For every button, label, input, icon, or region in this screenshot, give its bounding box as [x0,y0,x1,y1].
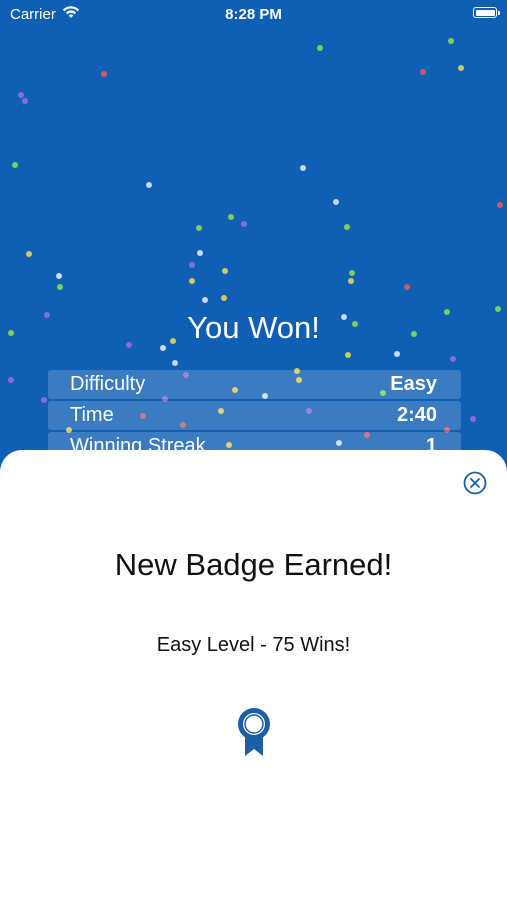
confetti-dot [222,268,228,274]
confetti-dot [300,165,306,171]
badge-sheet: New Badge Earned! Easy Level - 75 Wins! [0,450,507,900]
close-circle-icon[interactable] [463,471,487,495]
badge-subtitle: Easy Level - 75 Wins! [156,634,351,656]
confetti-dot [344,224,350,230]
confetti-dot [404,284,410,290]
confetti-dot [189,278,195,284]
confetti-dot [317,45,323,51]
confetti-dot [470,416,476,422]
confetti-dot [202,297,208,303]
confetti-dot [221,295,227,301]
confetti-dot [333,199,339,205]
confetti-dot [420,69,426,75]
award-ribbon-icon [238,708,270,756]
confetti-dot [101,71,107,77]
stat-value: Easy [390,373,437,395]
stat-label: Time [70,404,114,426]
confetti-dot [348,278,354,284]
confetti-dot [197,250,203,256]
confetti-dot [189,262,195,268]
confetti-dot [458,65,464,71]
status-bar: Carrier 8:28 PM [0,0,507,28]
confetti-dot [57,284,63,290]
stat-value: 2:40 [396,404,437,426]
confetti-dot [448,38,454,44]
confetti-dot [8,377,14,383]
confetti-dot [241,221,247,227]
confetti-dot [349,270,355,276]
confetti-dot [394,351,400,357]
confetti-dot [26,251,32,257]
confetti-dot [18,92,24,98]
confetti-dot [172,360,178,366]
battery-icon [473,7,500,18]
result-title: You Won! [187,310,320,345]
confetti-dot [22,98,28,104]
confetti-dot [56,273,62,279]
confetti-dot [12,162,18,168]
confetti-dot [146,182,152,188]
confetti-dot [41,397,47,403]
confetti-dot [345,352,351,358]
stat-row-time: Time 2:40 [48,401,461,430]
confetti-dot [228,214,234,220]
confetti-dot [196,225,202,231]
badge-title: New Badge Earned! [114,547,393,582]
confetti-dot [450,356,456,362]
stat-label: Difficulty [70,373,146,395]
stat-row-difficulty: Difficulty Easy [48,370,461,399]
status-time: 8:28 PM [225,6,282,23]
confetti-dot [497,202,503,208]
